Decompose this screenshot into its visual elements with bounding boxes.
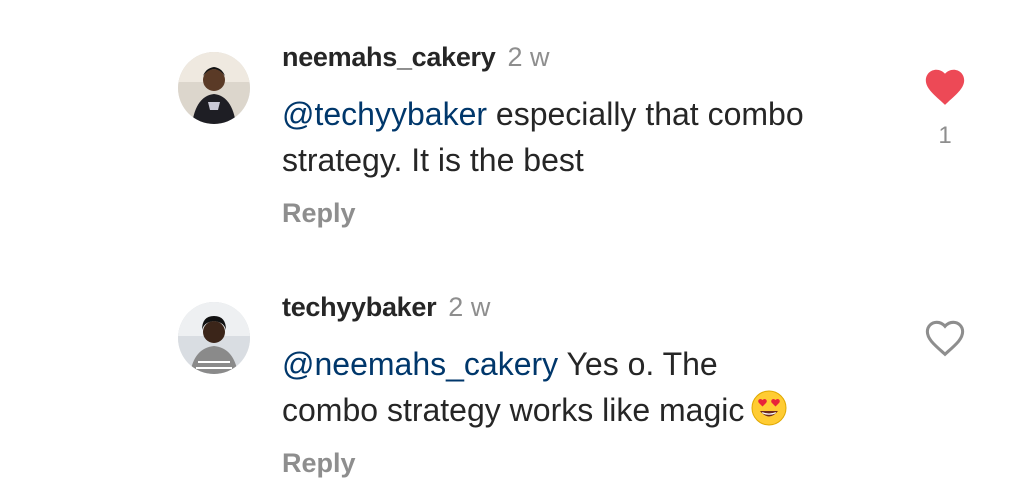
comment-text: @neemahs_cakery Yes o. The combo strateg… bbox=[282, 341, 902, 439]
avatar[interactable] bbox=[178, 302, 250, 374]
avatar[interactable] bbox=[178, 52, 250, 124]
reply-button[interactable]: Reply bbox=[282, 198, 356, 229]
comment-text-line1: especially that combo bbox=[487, 96, 804, 132]
username-row: techyybaker 2 w bbox=[282, 292, 490, 323]
timestamp: 2 w bbox=[507, 42, 550, 72]
like-button[interactable] bbox=[922, 315, 968, 361]
heart-outline-icon bbox=[925, 320, 965, 357]
mention-link[interactable]: @neemahs_cakery bbox=[282, 346, 558, 382]
comment-text-line2: combo strategy works like magic bbox=[282, 392, 745, 428]
username[interactable]: neemahs_cakery bbox=[282, 42, 496, 72]
comment-text-line2: strategy. It is the best bbox=[282, 142, 584, 178]
reply-button[interactable]: Reply bbox=[282, 448, 356, 479]
comment-text-line1: Yes o. The bbox=[558, 346, 718, 382]
username[interactable]: techyybaker bbox=[282, 292, 437, 322]
like-count: 1 bbox=[938, 122, 952, 149]
heart-filled-icon bbox=[925, 69, 965, 105]
heart-eyes-emoji-icon bbox=[750, 389, 788, 439]
like-button[interactable] bbox=[922, 64, 968, 110]
username-row: neemahs_cakery 2 w bbox=[282, 42, 550, 73]
comment-text: @techyybaker especially that combo strat… bbox=[282, 91, 902, 183]
mention-link[interactable]: @techyybaker bbox=[282, 96, 487, 132]
timestamp: 2 w bbox=[448, 292, 491, 322]
